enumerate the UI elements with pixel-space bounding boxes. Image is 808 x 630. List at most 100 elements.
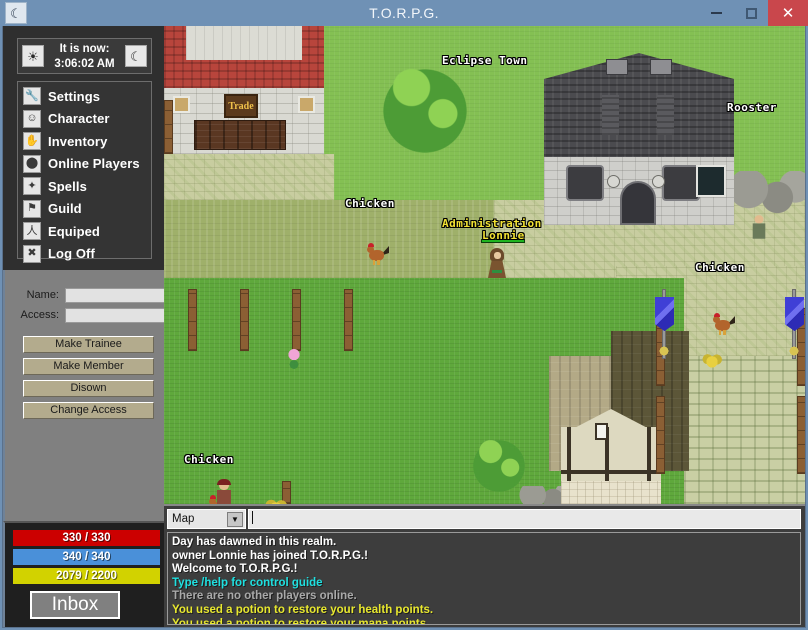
menu-label-guild: Guild	[48, 201, 82, 217]
fence-post	[240, 289, 249, 351]
roof-vent	[606, 59, 628, 75]
menu-item-log-off[interactable]: ✖ Log Off	[18, 243, 151, 266]
menu-item-guild[interactable]: ⚑ Guild	[18, 198, 151, 221]
window-title: T.O.R.P.G.	[369, 5, 439, 21]
hall-orb	[652, 175, 665, 188]
clock-label: It is now:	[59, 43, 110, 55]
chat-channel-select[interactable]: Map ▼	[167, 509, 246, 529]
map-label-chicken: Chicken	[345, 197, 395, 210]
player-character-lonnie[interactable]	[486, 248, 508, 278]
close-icon: ✕	[781, 4, 795, 22]
clock-time: 3:06:02 AM	[54, 58, 115, 70]
title-bar: ☾ T.O.R.P.G. ✕	[0, 0, 808, 26]
chevron-down-icon[interactable]: ▼	[227, 512, 243, 527]
menu-item-spells[interactable]: ✦ Spells	[18, 175, 151, 198]
map-label-lonnie: Lonnie	[482, 229, 525, 242]
text-caret	[252, 511, 253, 524]
chimney	[602, 95, 619, 135]
close-button[interactable]: ✕	[768, 0, 808, 26]
hall-orb	[607, 175, 620, 188]
menu-label-character: Character	[48, 111, 110, 127]
flower	[284, 348, 304, 370]
fence-post	[164, 100, 173, 154]
mana-bar: 340 / 340	[13, 549, 160, 565]
menu-label-inventory: Inventory	[48, 133, 108, 149]
menu-label-online-players: Online Players	[48, 156, 140, 172]
chat-message: Welcome to T.O.R.P.G.!	[172, 563, 298, 576]
moon-icon[interactable]: ☾	[125, 45, 147, 67]
trade-shop-building[interactable]: Trade	[164, 26, 324, 171]
flag-icon: ⚑	[23, 199, 41, 218]
chat-message: You used a potion to restore your mana p…	[172, 617, 430, 625]
game-window: ☾ T.O.R.P.G. ✕ ☀ ☾ It is now: 3:06:02 AM	[0, 0, 808, 630]
access-label: Access:	[20, 309, 59, 321]
menu-label-settings: Settings	[48, 88, 101, 104]
map-label-chicken: Chicken	[695, 261, 745, 274]
map-label-rooster: Rooster	[727, 101, 777, 114]
fence-post	[656, 396, 665, 474]
chicken-sprite[interactable]	[713, 313, 737, 336]
menu-label-equiped: Equiped	[48, 223, 100, 239]
hall-roof	[544, 53, 734, 163]
villager-sprite[interactable]	[214, 479, 234, 504]
chat-log[interactable]: Day has dawned in this realm. owner Lonn…	[167, 532, 801, 625]
wrench-icon: 🔧	[23, 87, 41, 106]
sun-icon: ☀	[22, 45, 44, 67]
speech-bubble-icon: ⬤	[23, 154, 41, 173]
chat-message: Type /help for control guide	[172, 576, 323, 589]
stone-wall-area	[684, 356, 805, 504]
roof-vent	[650, 59, 672, 75]
minimize-button[interactable]	[698, 0, 734, 26]
hall-window	[696, 165, 726, 197]
menu-label-log-off: Log Off	[48, 246, 95, 262]
banner	[783, 289, 805, 359]
maximize-button[interactable]	[734, 0, 768, 26]
fence-post	[188, 289, 197, 351]
menu-list: 🔧 Settings ☺ Character ✋ Inventory ⬤ Onl…	[17, 81, 152, 263]
villager-sprite[interactable]	[750, 215, 768, 239]
chimney	[657, 95, 674, 135]
person-icon: 人	[23, 222, 41, 241]
minimize-icon	[710, 12, 722, 14]
make-member-button[interactable]: Make Member	[23, 358, 154, 375]
name-field-row: Name:	[15, 288, 167, 304]
yellow-bush	[701, 352, 723, 370]
chat-message: You used a potion to restore your health…	[172, 603, 434, 616]
clock-panel: ☀ ☾ It is now: 3:06:02 AM	[17, 38, 152, 74]
administration-hall-building[interactable]	[544, 53, 734, 225]
menu-item-equiped[interactable]: 人 Equiped	[18, 220, 151, 243]
chat-area: Map ▼ Day has dawned in this realm. owne…	[164, 504, 805, 627]
inbox-button[interactable]: Inbox	[30, 591, 120, 619]
chat-channel-label: Map	[172, 513, 195, 525]
client-area: ☀ ☾ It is now: 3:06:02 AM 🔧 Settings ☺ C…	[2, 26, 806, 628]
menu-item-character[interactable]: ☺ Character	[18, 108, 151, 131]
fence-post	[797, 396, 805, 474]
shop-window	[173, 96, 190, 113]
access-field-row: Access:	[15, 308, 167, 324]
menu-label-spells: Spells	[48, 178, 87, 194]
magic-wand-icon: ✦	[23, 177, 41, 196]
hall-door[interactable]	[620, 181, 656, 225]
name-label: Name:	[26, 289, 59, 301]
hall-arch-window	[566, 165, 604, 201]
menu-item-settings[interactable]: 🔧 Settings	[18, 85, 151, 108]
chat-message: Day has dawned in this realm.	[172, 536, 337, 548]
shop-door[interactable]	[194, 120, 286, 150]
chat-message: There are no other players online.	[172, 590, 357, 603]
fence-post	[292, 289, 301, 351]
menu-item-inventory[interactable]: ✋ Inventory	[18, 130, 151, 153]
trade-sign: Trade	[224, 94, 258, 118]
game-map-viewport[interactable]: Trade Eclipse Town Rooster Chicken Admin…	[164, 26, 805, 504]
menu-item-online-players[interactable]: ⬤ Online Players	[18, 153, 151, 176]
chicken-sprite[interactable]	[367, 243, 391, 266]
name-input[interactable]	[65, 288, 167, 303]
chat-input[interactable]	[248, 509, 801, 529]
change-access-button[interactable]: Change Access	[23, 402, 154, 419]
disown-button[interactable]: Disown	[23, 380, 154, 397]
make-trainee-button[interactable]: Make Trainee	[23, 336, 154, 353]
access-input[interactable]	[65, 308, 167, 323]
clock-text: It is now: 3:06:02 AM	[44, 42, 125, 72]
main-menu-panel: ☀ ☾ It is now: 3:06:02 AM 🔧 Settings ☺ C…	[3, 26, 164, 270]
hall-arch-window	[662, 165, 700, 201]
chat-message: owner Lonnie has joined T.O.R.P.G.!	[172, 549, 368, 562]
